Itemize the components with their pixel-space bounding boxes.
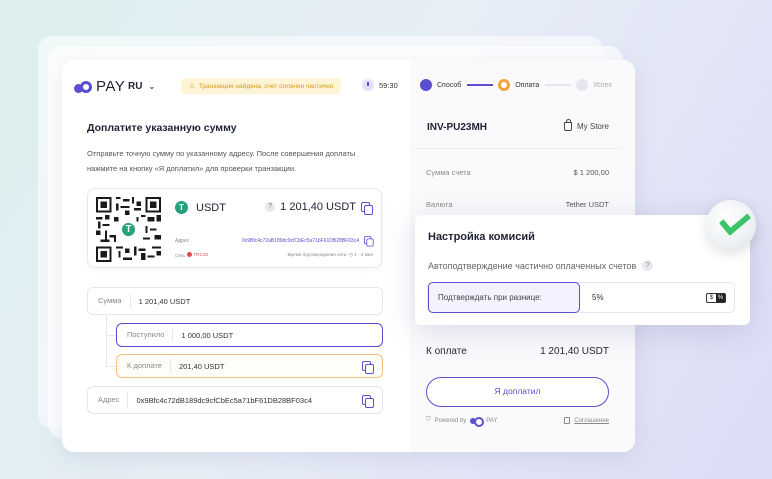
coin-label: USDT [196,201,226,214]
sum-label: Сумма [88,294,131,308]
coin-amount: ? 1 201,40 USDT [265,201,373,215]
threshold-label: Подтверждать при разнице: [428,282,580,313]
pay-total-row: К оплате 1 201,40 USDT [426,346,609,357]
shopping-bag-icon [563,119,572,131]
step-label-success: Успех [593,81,612,89]
network-info: Сеть TRC20 [175,252,208,258]
pay-logo-icon [470,417,485,427]
terms-link[interactable]: Соглашение [564,417,609,424]
received-value: 1 000,00 USDT [181,330,234,340]
info-icon[interactable]: ? [265,202,276,212]
copy-address-field-icon[interactable] [362,394,374,408]
network-value: TRC20 [187,252,209,257]
currency-label: Валюта [426,200,453,209]
address-field-label: Адрес [88,393,129,407]
powered-by-label: Powered by [434,417,467,424]
copy-amount-icon[interactable] [361,201,373,215]
document-icon [564,417,571,424]
threshold-input[interactable]: 5% [592,293,706,302]
auto-confirm-row: Автоподтверждение частично оплаченных сч… [428,260,654,271]
threshold-row: Подтверждать при разнице: 5% $ % [427,282,735,313]
step-current-icon [498,79,511,91]
divider [414,148,621,149]
instructions-text: Отправьте точную сумму по указанному адр… [87,149,356,173]
step-connector [467,84,494,86]
terms-label: Соглашение [574,417,609,424]
sum-value: 1 201,40 USDT [138,296,191,306]
step-todo-icon [576,79,589,91]
step-done-icon [420,79,432,91]
coin-amount-value: 1 201,40 USDT [280,201,356,213]
chevron-down-icon: ⌄ [148,82,156,91]
step-label-method: Способ [437,81,462,89]
tether-logo-icon: T [120,221,137,238]
logo: PAY [74,78,125,95]
address-value: 0x9Bfc4c72aB189dc9cfCbEc5a71bF61DB28BF03… [241,235,374,247]
address-field: Адрес 0x9Bfc4c72dB189dc9cfCbEc5a71bF61DB… [87,386,383,414]
countdown-timer: 59:30 [362,79,398,91]
progress-steps: Способ Оплата Успех [420,79,618,91]
payment-details-card: T T USDT ? 1 201,40 USDT Адрес 0x9Bfc4c7… [87,188,382,268]
pay-total-label: К оплате [426,346,467,357]
sum-field: Сумма 1 201,40 USDT [87,287,383,315]
status-warning-badge: ⚠ Транзакция найдена, счет оплачен части… [181,78,342,94]
commission-title: Настройка комисий [428,231,535,243]
success-check-icon [706,200,756,250]
clock-icon [362,79,374,91]
store-name: My Store [563,119,609,131]
tether-icon: T [175,201,188,214]
warning-text: Транзакция найдена, счет оплачен частичн… [198,82,334,90]
invoice-number: INV-PU23MH [427,122,488,133]
step-connector [545,84,572,86]
currency-value: Tether USDT [565,200,609,209]
address-text: 0x9Bfc4c72aB189dc9cfCbEc5a71bF61DB28BF03… [241,237,359,244]
tree-connector [106,335,116,336]
confirm-value: 1 - 3 мин [354,252,373,257]
language-code: RU [128,81,143,92]
toggle-dollar[interactable]: $ [707,294,716,302]
auto-confirm-label: Автоподтверждение частично оплаченных сч… [428,260,637,271]
network-row: Сеть TRC20 Время подтверждения сети ◷ 1 … [175,252,373,258]
currency-row: Валюта Tether USDT [426,200,609,209]
due-value: 201,40 USDT [178,361,225,371]
confirm-label: Время подтверждения сети [287,252,347,257]
toggle-percent[interactable]: % [716,293,725,302]
copy-due-icon[interactable] [362,360,374,374]
warning-icon: ⚠ [189,83,195,90]
powered-by-brand: PAY [486,417,498,424]
due-label: К доплате [117,359,171,373]
received-field: Поступило 1 000,00 USDT [116,323,383,347]
shield-icon: ⛉ [426,417,431,423]
pay-total-value: 1 201,40 USDT [540,346,609,357]
timer-small-icon: ◷ [348,252,353,257]
invoice-amount-label: Сумма счета [426,168,471,177]
powered-by: ⛉ Powered by PAY [426,417,498,427]
address-field-value: 0x9Bfc4c72dB189dc9cfCbEc5a71bF61DB28BF03… [136,395,313,405]
confirm-info: Время подтверждения сети ◷ 1 - 3 мин [288,252,373,258]
language-selector[interactable]: RU ⌄ [128,81,155,92]
i-paid-button[interactable]: Я доплатил [426,377,609,407]
store-label: My Store [576,122,609,131]
tree-connector [106,315,116,367]
address-label: Адрес [175,237,190,244]
step-label-payment: Оплата [515,81,540,89]
network-label: Сеть [175,253,186,258]
received-label: Поступило [117,328,174,342]
info-icon[interactable]: ? [642,260,654,271]
copy-address-icon[interactable] [364,236,374,247]
commission-settings-panel: Настройка комисий Автоподтверждение част… [415,215,750,325]
page-title: Доплатите указанную сумму [87,122,237,134]
logo-icon [74,80,92,93]
timer-value: 59:30 [379,80,398,90]
unit-toggle[interactable]: $ % [706,292,726,303]
invoice-amount-row: Сумма счета $ 1 200,00 [426,168,609,177]
due-field: К доплате 201,40 USDT [116,354,383,378]
coin-name: T USDT [175,201,226,214]
logo-text: PAY [96,78,126,95]
invoice-amount-value: $ 1 200,00 [573,168,609,177]
address-row: Адрес 0x9Bfc4c72aB189dc9cfCbEc5a71bF61DB… [175,235,374,247]
